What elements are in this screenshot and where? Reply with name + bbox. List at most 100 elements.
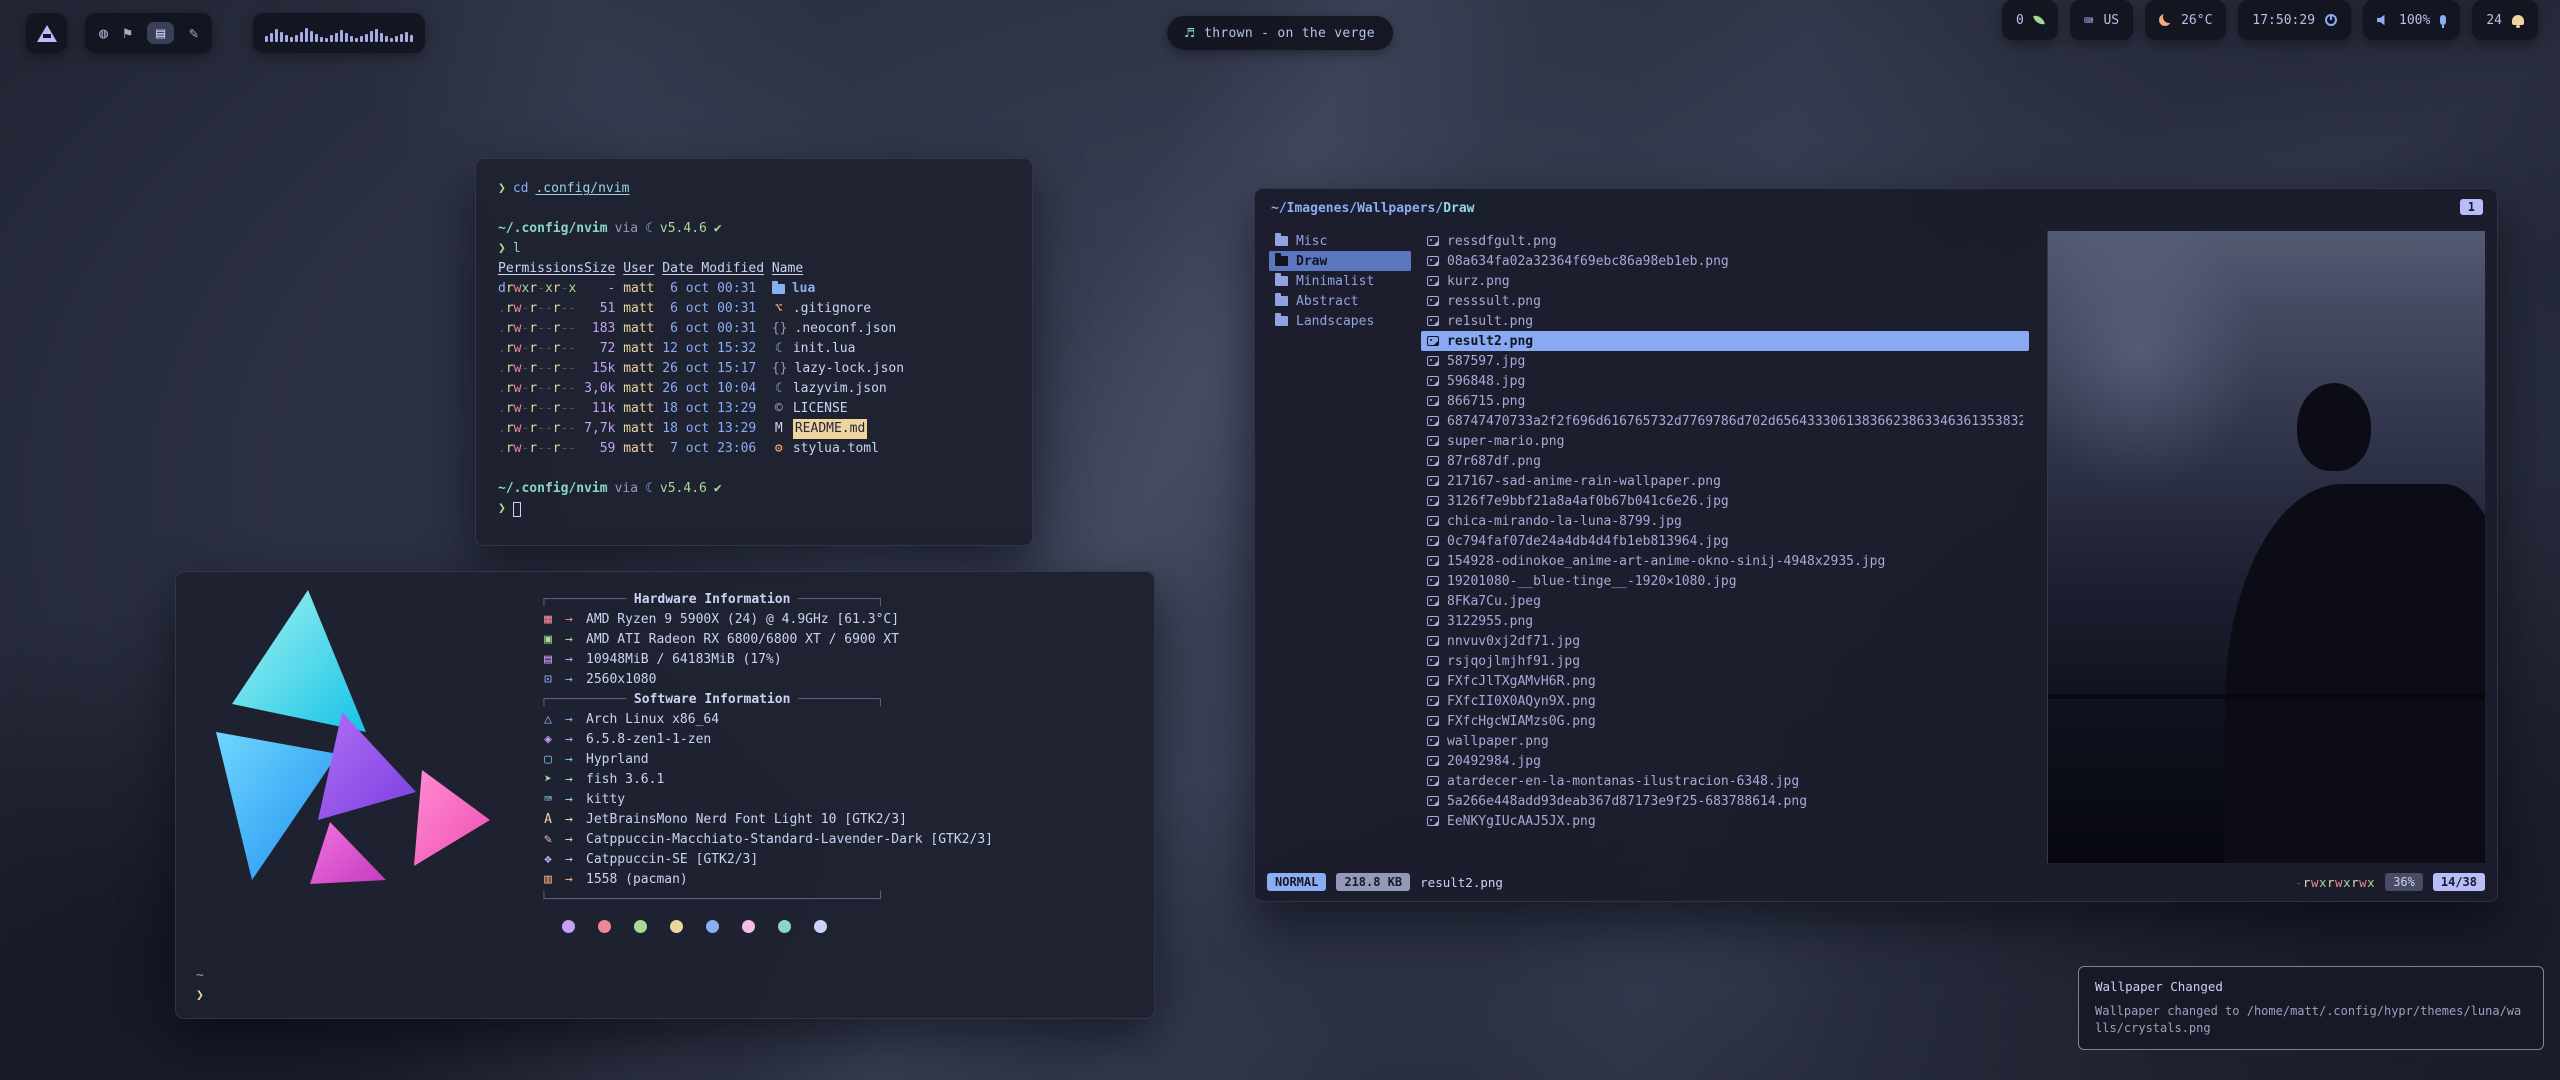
volume-module[interactable]: 100% (2363, 0, 2460, 40)
image-file-icon (1427, 716, 1439, 726)
audio-visualizer-widget[interactable] (253, 13, 425, 53)
image-file-icon (1427, 316, 1439, 326)
file-manager-window: ~/Imagenes/Wallpapers/Draw 1 MiscDrawMin… (1254, 188, 2498, 902)
visualizer-bar (390, 38, 393, 42)
file-entry[interactable]: 8FKa7Cu.jpeg (1421, 591, 2029, 611)
prompt-char: ❯ (498, 179, 506, 199)
notifications-count: 24 (2486, 13, 2502, 28)
file-name: ☾lazyvim.json (772, 379, 1010, 399)
image-file-icon (1427, 256, 1439, 266)
sidebar-dir-misc[interactable]: Misc (1269, 231, 1411, 251)
file-entry[interactable]: 217167-sad-anime-rain-wallpaper.png (1421, 471, 2029, 491)
sidebar-dir-minimalist[interactable]: Minimalist (1269, 271, 1411, 291)
file-entry[interactable]: chica-mirando-la-luna-8799.jpg (1421, 511, 2029, 531)
visualizer-bar (375, 29, 378, 42)
temperature-module[interactable]: 26°C (2145, 0, 2226, 40)
file-entry[interactable]: atardecer-en-la-montanas-ilustracion-634… (1421, 771, 2029, 791)
visualizer-bar (335, 33, 338, 42)
visualizer-bar (350, 36, 353, 42)
file-entry[interactable]: result2.png (1421, 331, 2029, 351)
clock-module[interactable]: 17:50:29 (2238, 0, 2351, 40)
file-entry[interactable]: kurz.png (1421, 271, 2029, 291)
scroll-percent-badge: 36% (2385, 873, 2423, 891)
file-entry[interactable]: re1sult.png (1421, 311, 2029, 331)
file-entry[interactable]: 08a634fa02a32364f69ebc86a98eb1eb.png (1421, 251, 2029, 271)
file-entry[interactable]: 3126f7e9bbf21a8a4af0b67b041c6e26.jpg (1421, 491, 2029, 511)
notification-body: Wallpaper changed to /home/matt/.config/… (2095, 1003, 2527, 1037)
launcher-button[interactable] (26, 13, 67, 53)
file-owner: matt (623, 279, 654, 299)
info-row: ▢→Hyprland (540, 750, 993, 770)
file-size: 11k (584, 399, 615, 419)
file-entry[interactable]: ressdfgult.png (1421, 231, 2029, 251)
notifications-module[interactable]: 24 (2472, 0, 2538, 40)
sidebar-dir-abstract[interactable]: Abstract (1269, 291, 1411, 311)
visualizer-bar (300, 32, 303, 42)
updates-module[interactable]: 0 (2002, 0, 2058, 40)
arrow-icon: → (565, 870, 577, 890)
breadcrumb: ~/Imagenes/Wallpapers/Draw (1271, 201, 1475, 216)
file-type-icon: ☾ (772, 339, 786, 359)
workspace-four-icon[interactable]: ✎ (189, 24, 198, 42)
terminal-cursor[interactable] (513, 502, 521, 517)
file-entry-name: 8FKa7Cu.jpeg (1447, 594, 1541, 609)
file-entry[interactable]: 20492984.jpg (1421, 751, 2029, 771)
file-entry-name: re1sult.png (1447, 314, 1533, 329)
file-entry[interactable]: 5a266e448add93deab367d87173e9f25-6837886… (1421, 791, 2029, 811)
sidebar-dir-landscapes[interactable]: Landscapes (1269, 311, 1411, 331)
notification-popup[interactable]: Wallpaper Changed Wallpaper changed to /… (2078, 966, 2544, 1050)
file-entry-name: FXfcHgcWIAMzs0G.png (1447, 714, 1596, 729)
file-entry[interactable]: 3122955.png (1421, 611, 2029, 631)
file-name: MREADME.md (772, 419, 1010, 439)
file-entry-name: FXfcJlTXgAMvH6R.png (1447, 674, 1596, 689)
file-entry[interactable]: nnvuv0xj2df71.jpg (1421, 631, 2029, 651)
file-entry[interactable]: 587597.jpg (1421, 351, 2029, 371)
media-widget[interactable]: ♬ thrown - on the verge (1167, 16, 1393, 50)
image-file-icon (1427, 656, 1439, 666)
file-entry[interactable]: 154928-odinokoe_anime-art-anime-okno-sin… (1421, 551, 2029, 571)
file-owner: matt (623, 299, 654, 319)
file-owner: matt (623, 419, 654, 439)
speaker-icon (2377, 14, 2389, 26)
arrow-icon: → (565, 810, 577, 830)
info-icon: ✎ (540, 830, 556, 850)
sidebar-dir-draw[interactable]: Draw (1269, 251, 1411, 271)
file-owner: matt (623, 339, 654, 359)
file-entry[interactable]: wallpaper.png (1421, 731, 2029, 751)
file-entry[interactable]: FXfcHgcWIAMzs0G.png (1421, 711, 2029, 731)
file-entry[interactable]: 19201080-__blue-tinge__-1920×1080.jpg (1421, 571, 2029, 591)
workspace-three-icon[interactable]: ▤ (147, 22, 174, 44)
file-entry[interactable]: super-mario.png (1421, 431, 2029, 451)
music-icon: ♬ (1185, 24, 1194, 42)
file-entry[interactable]: 0c794faf07de24a4db4d4fb1eb813964.jpg (1421, 531, 2029, 551)
file-entry[interactable]: rsjqojlmjhf91.jpg (1421, 651, 2029, 671)
arrow-icon: → (565, 670, 577, 690)
file-entry[interactable]: 596848.jpg (1421, 371, 2029, 391)
file-entry[interactable]: 866715.png (1421, 391, 2029, 411)
dir-name: Abstract (1296, 294, 1359, 309)
image-file-icon (1427, 676, 1439, 686)
file-entry[interactable]: resssult.png (1421, 291, 2029, 311)
file-entry-name: 154928-odinokoe_anime-art-anime-okno-sin… (1447, 554, 1885, 569)
file-entry-name: FXfcII0X0AQyn9X.png (1447, 694, 1596, 709)
workspace-two-icon[interactable]: ⚑ (123, 24, 132, 42)
visualizer-bar (405, 32, 408, 42)
image-file-icon (1427, 756, 1439, 766)
dir-name: Landscapes (1296, 314, 1374, 329)
keyboard-layout-module[interactable]: ⌨ US (2070, 0, 2133, 40)
file-entry[interactable]: FXfcJlTXgAMvH6R.png (1421, 671, 2029, 691)
arrow-icon: → (565, 790, 577, 810)
file-entry-name: 596848.jpg (1447, 374, 1525, 389)
palette-dot (562, 920, 575, 933)
file-entry[interactable]: FXfcII0X0AQyn9X.png (1421, 691, 2029, 711)
file-owner: matt (623, 439, 654, 459)
arrow-icon: → (565, 630, 577, 650)
workspace-one-icon[interactable]: ◍ (99, 24, 108, 42)
file-entry[interactable]: 87r687df.png (1421, 451, 2029, 471)
file-entry[interactable]: EeNKYgIUcAAJ5JX.png (1421, 811, 2029, 831)
fm-files: ressdfgult.png08a634fa02a32364f69ebc86a9… (1421, 231, 2029, 831)
file-entry[interactable]: 68747470733a2f2f696d616765732d7769786d70… (1421, 411, 2029, 431)
section-footer: └───────────────────────────────────────… (540, 890, 993, 910)
file-date: 26 oct 15:17 (662, 359, 764, 379)
status-modules: 0 ⌨ US 26°C 17:50:29 100% 24 (2002, 0, 2538, 40)
